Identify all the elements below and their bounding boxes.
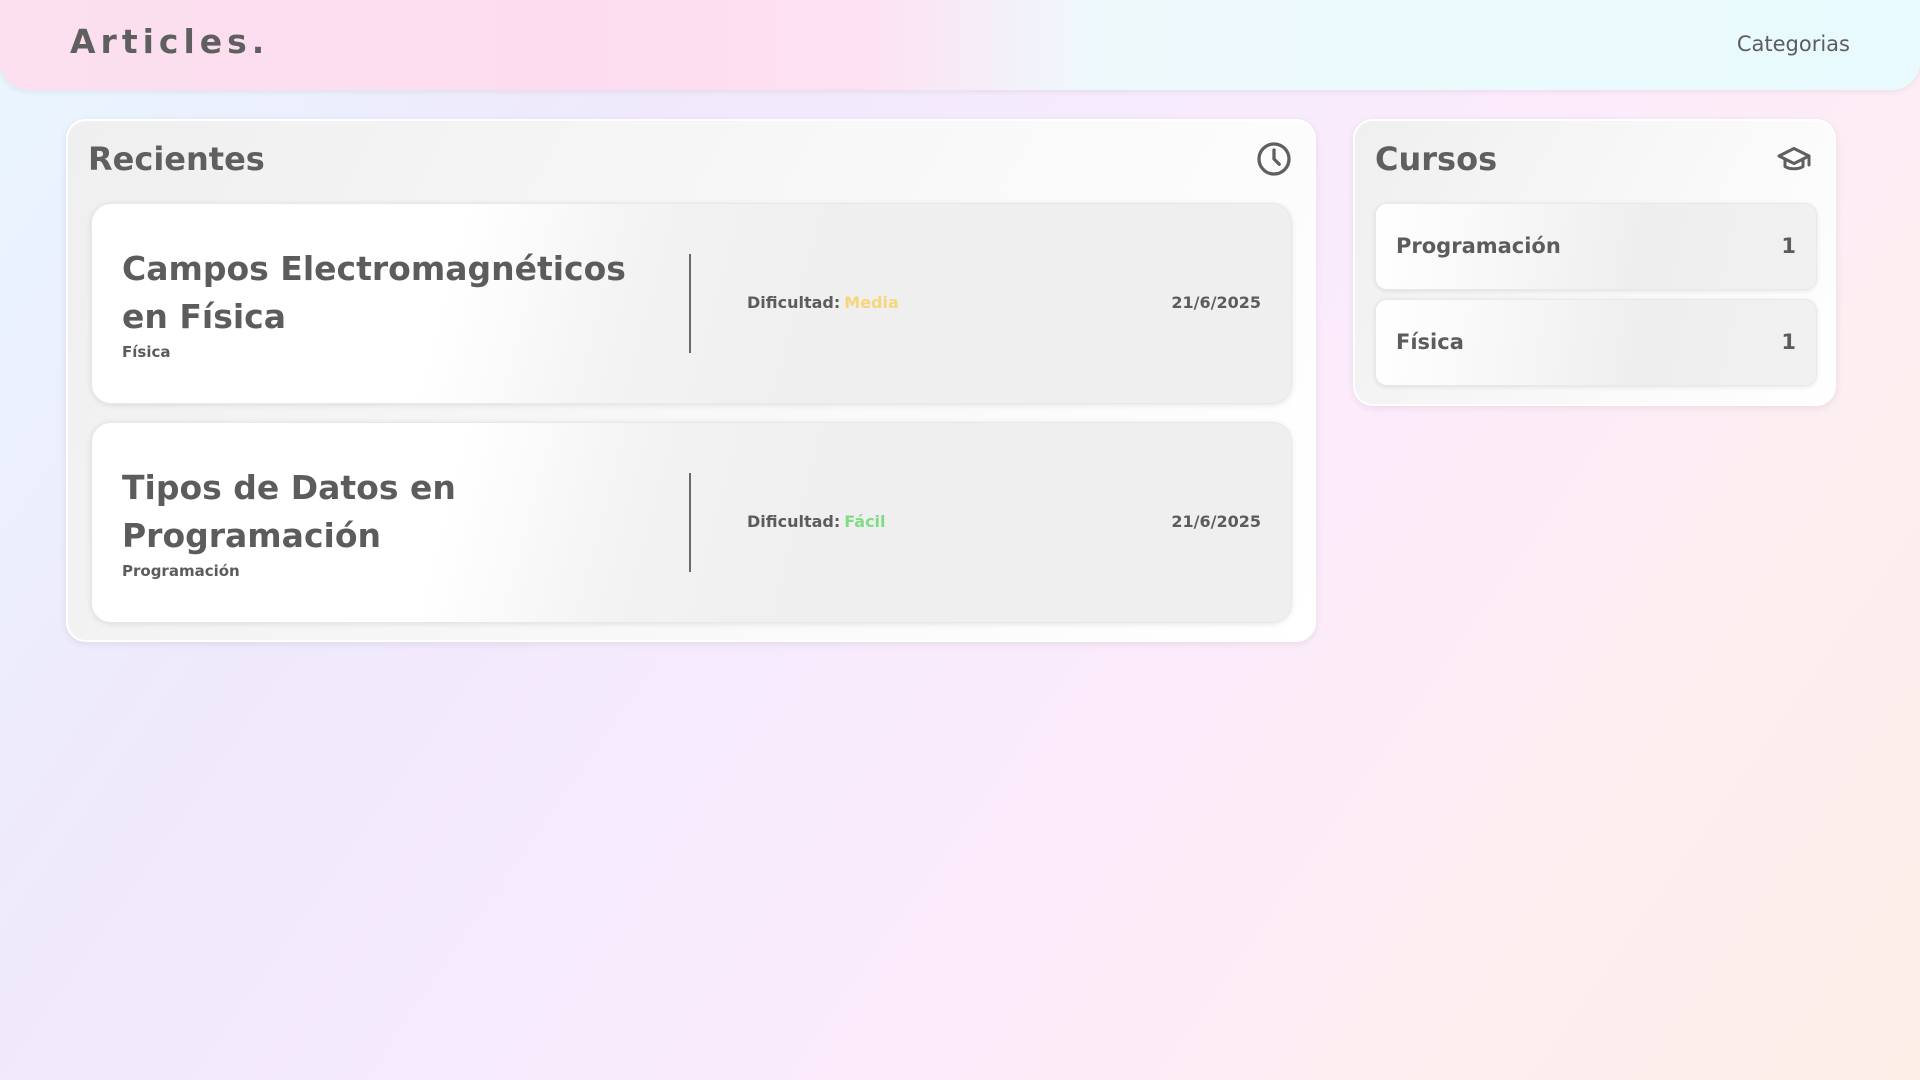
cursos-title: Cursos: [1375, 140, 1498, 178]
course-count: 1: [1781, 330, 1796, 354]
brand-logo[interactable]: Articles.: [70, 22, 269, 61]
course-name: Programación: [1396, 234, 1561, 258]
card-divider: [689, 254, 691, 353]
article-card[interactable]: Campos Electromagnéticos en Física Físic…: [91, 203, 1292, 404]
article-category: Programación: [122, 562, 240, 580]
article-title[interactable]: Campos Electromagnéticos en Física: [122, 245, 662, 341]
recientes-title: Recientes: [88, 140, 265, 178]
card-divider: [689, 473, 691, 572]
course-item-programacion[interactable]: Programación 1: [1375, 203, 1817, 290]
navbar: Articles. Categorias: [0, 0, 1920, 90]
clock-icon: [1257, 142, 1291, 176]
difficulty-value: Media: [844, 293, 899, 312]
graduation-cap-icon: [1777, 147, 1811, 171]
course-item-fisica[interactable]: Física 1: [1375, 299, 1817, 386]
course-name: Física: [1396, 330, 1464, 354]
nav-link-categorias[interactable]: Categorias: [1737, 32, 1850, 56]
difficulty-label: Dificultad:: [747, 512, 841, 531]
recientes-panel: Recientes Campos Electromagnéticos en Fí…: [66, 119, 1316, 642]
difficulty-info: Dificultad: Fácil: [747, 512, 886, 531]
difficulty-info: Dificultad: Media: [747, 293, 899, 312]
difficulty-label: Dificultad:: [747, 293, 841, 312]
article-date: 21/6/2025: [1171, 512, 1261, 531]
cursos-panel: Cursos Programación 1 Física 1: [1353, 119, 1836, 406]
article-title[interactable]: Tipos de Datos en Programación: [122, 464, 662, 560]
difficulty-value: Fácil: [844, 512, 886, 531]
article-card[interactable]: Tipos de Datos en Programación Programac…: [91, 422, 1292, 623]
article-category: Física: [122, 343, 171, 361]
course-count: 1: [1781, 234, 1796, 258]
article-date: 21/6/2025: [1171, 293, 1261, 312]
